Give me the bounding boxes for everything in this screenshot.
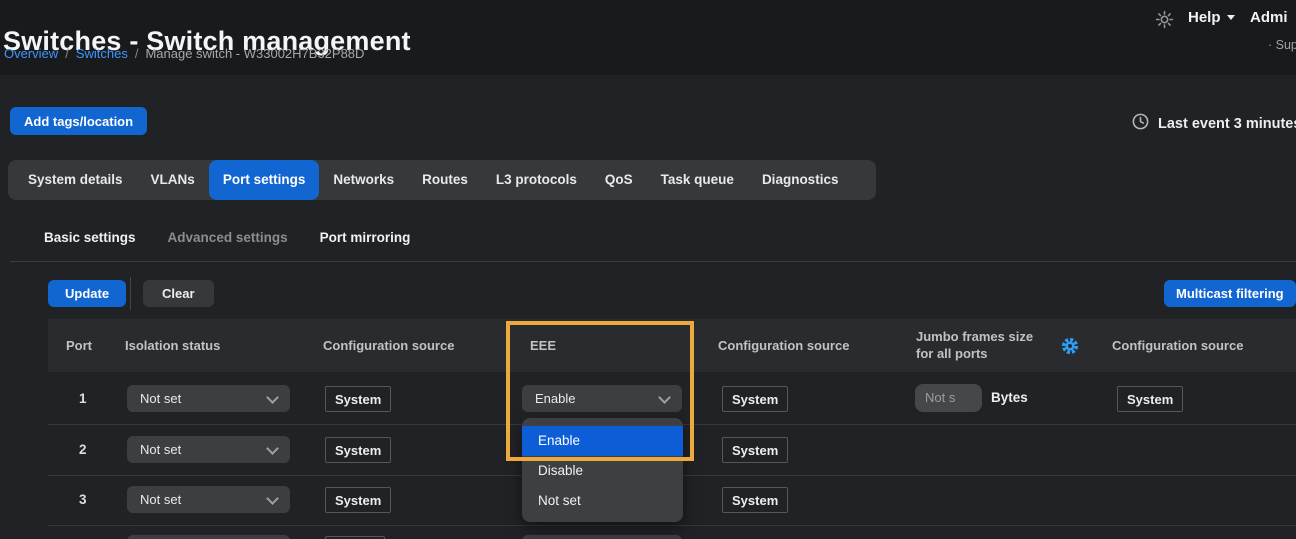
- chevron-down-icon: [266, 442, 279, 455]
- chevron-down-icon: [266, 391, 279, 404]
- config-source-badge: System: [325, 437, 391, 463]
- clock-icon: [1131, 112, 1150, 136]
- port-cell: 1: [79, 391, 87, 406]
- eee-option-enable[interactable]: Enable: [522, 426, 683, 456]
- isolation-status-value: Not set: [140, 391, 181, 406]
- col-header-config-source-2: Configuration source: [718, 338, 849, 353]
- tab-networks[interactable]: Networks: [319, 160, 408, 200]
- config-source-badge: System: [1117, 386, 1183, 412]
- tab-port-settings[interactable]: Port settings: [209, 160, 320, 200]
- subtab-basic-settings[interactable]: Basic settings: [44, 230, 136, 245]
- tab-routes[interactable]: Routes: [408, 160, 482, 200]
- tab-l3-protocols[interactable]: L3 protocols: [482, 160, 591, 200]
- breadcrumb-switches[interactable]: Switches: [76, 46, 128, 61]
- admin-menu[interactable]: Admi: [1250, 9, 1288, 26]
- eee-dropdown-menu: Enable Disable Not set: [522, 418, 683, 522]
- breadcrumb-separator: /: [65, 46, 69, 61]
- add-tags-location-button[interactable]: Add tags/location: [10, 107, 147, 135]
- toolbar-divider: [130, 277, 131, 310]
- breadcrumb-separator: /: [135, 46, 139, 61]
- chevron-down-icon: [658, 391, 671, 404]
- col-header-config-source-1: Configuration source: [323, 338, 454, 353]
- breadcrumb-overview[interactable]: Overview: [4, 46, 58, 61]
- isolation-status-value: Not set: [140, 492, 181, 507]
- isolation-status-value: Not set: [140, 442, 181, 457]
- isolation-status-select[interactable]: Not set: [127, 486, 290, 513]
- main-tabs: System details VLANs Port settings Netwo…: [8, 160, 876, 200]
- col-header-port: Port: [66, 338, 92, 353]
- subtab-port-mirroring[interactable]: Port mirroring: [320, 230, 411, 245]
- eee-value: Enable: [535, 391, 575, 406]
- last-event-status: Last event 3 minutes: [1131, 112, 1296, 136]
- row-divider: [48, 525, 1296, 526]
- eee-select[interactable]: Enable: [522, 385, 682, 412]
- support-link[interactable]: · Sup: [1268, 38, 1296, 52]
- eee-option-not-set[interactable]: Not set: [522, 486, 683, 516]
- table-header: [48, 319, 1296, 372]
- tab-system-details[interactable]: System details: [14, 160, 137, 200]
- port-cell: 2: [79, 442, 87, 457]
- config-source-badge: System: [722, 487, 788, 513]
- config-source-badge: System: [722, 386, 788, 412]
- help-label: Help: [1188, 9, 1221, 26]
- port-cell: 3: [79, 492, 87, 507]
- isolation-status-select[interactable]: [127, 535, 290, 539]
- breadcrumb: Overview / Switches / Manage switch - W33002…: [4, 46, 364, 61]
- config-source-badge: System: [722, 437, 788, 463]
- subtab-divider: [10, 261, 1296, 262]
- col-header-jumbo-line2: for all ports: [916, 346, 988, 362]
- config-source-badge: System: [325, 487, 391, 513]
- sun-icon[interactable]: [1155, 10, 1174, 34]
- tab-task-queue[interactable]: Task queue: [647, 160, 748, 200]
- chevron-down-icon: [266, 492, 279, 505]
- config-source-badge: System: [325, 386, 391, 412]
- tab-vlans[interactable]: VLANs: [137, 160, 209, 200]
- subtab-advanced-settings[interactable]: Advanced settings: [168, 230, 288, 245]
- switch-management-screen: Switches - Switch management Overview/Sw…: [0, 0, 1296, 539]
- isolation-status-select[interactable]: Not set: [127, 436, 290, 463]
- isolation-status-select[interactable]: Not set: [127, 385, 290, 412]
- port-settings-subtabs: Basic settings Advanced settings Port mi…: [44, 230, 410, 245]
- col-header-isolation-status: Isolation status: [125, 338, 220, 353]
- jumbo-unit-label: Bytes: [991, 390, 1028, 405]
- clear-button[interactable]: Clear: [143, 280, 214, 307]
- eee-select[interactable]: [522, 535, 682, 539]
- col-header-eee: EEE: [530, 338, 556, 353]
- tab-qos[interactable]: QoS: [591, 160, 647, 200]
- jumbo-frames-input: Not s: [915, 384, 982, 412]
- gear-icon[interactable]: [1061, 337, 1079, 360]
- help-menu[interactable]: Help: [1188, 9, 1235, 26]
- page-header: Switches - Switch management Overview/Sw…: [0, 0, 1296, 75]
- last-event-label: Last event 3 minutes: [1158, 116, 1296, 132]
- caret-down-icon: [1227, 15, 1235, 20]
- update-button[interactable]: Update: [48, 280, 126, 307]
- tab-diagnostics[interactable]: Diagnostics: [748, 160, 853, 200]
- eee-option-disable[interactable]: Disable: [522, 456, 683, 486]
- breadcrumb-current: Manage switch - W33002H7B32P88D: [145, 46, 364, 61]
- col-header-jumbo-line1: Jumbo frames size: [916, 329, 1033, 345]
- col-header-config-source-3: Configuration source: [1112, 338, 1243, 353]
- multicast-filtering-button[interactable]: Multicast filtering: [1164, 280, 1296, 307]
